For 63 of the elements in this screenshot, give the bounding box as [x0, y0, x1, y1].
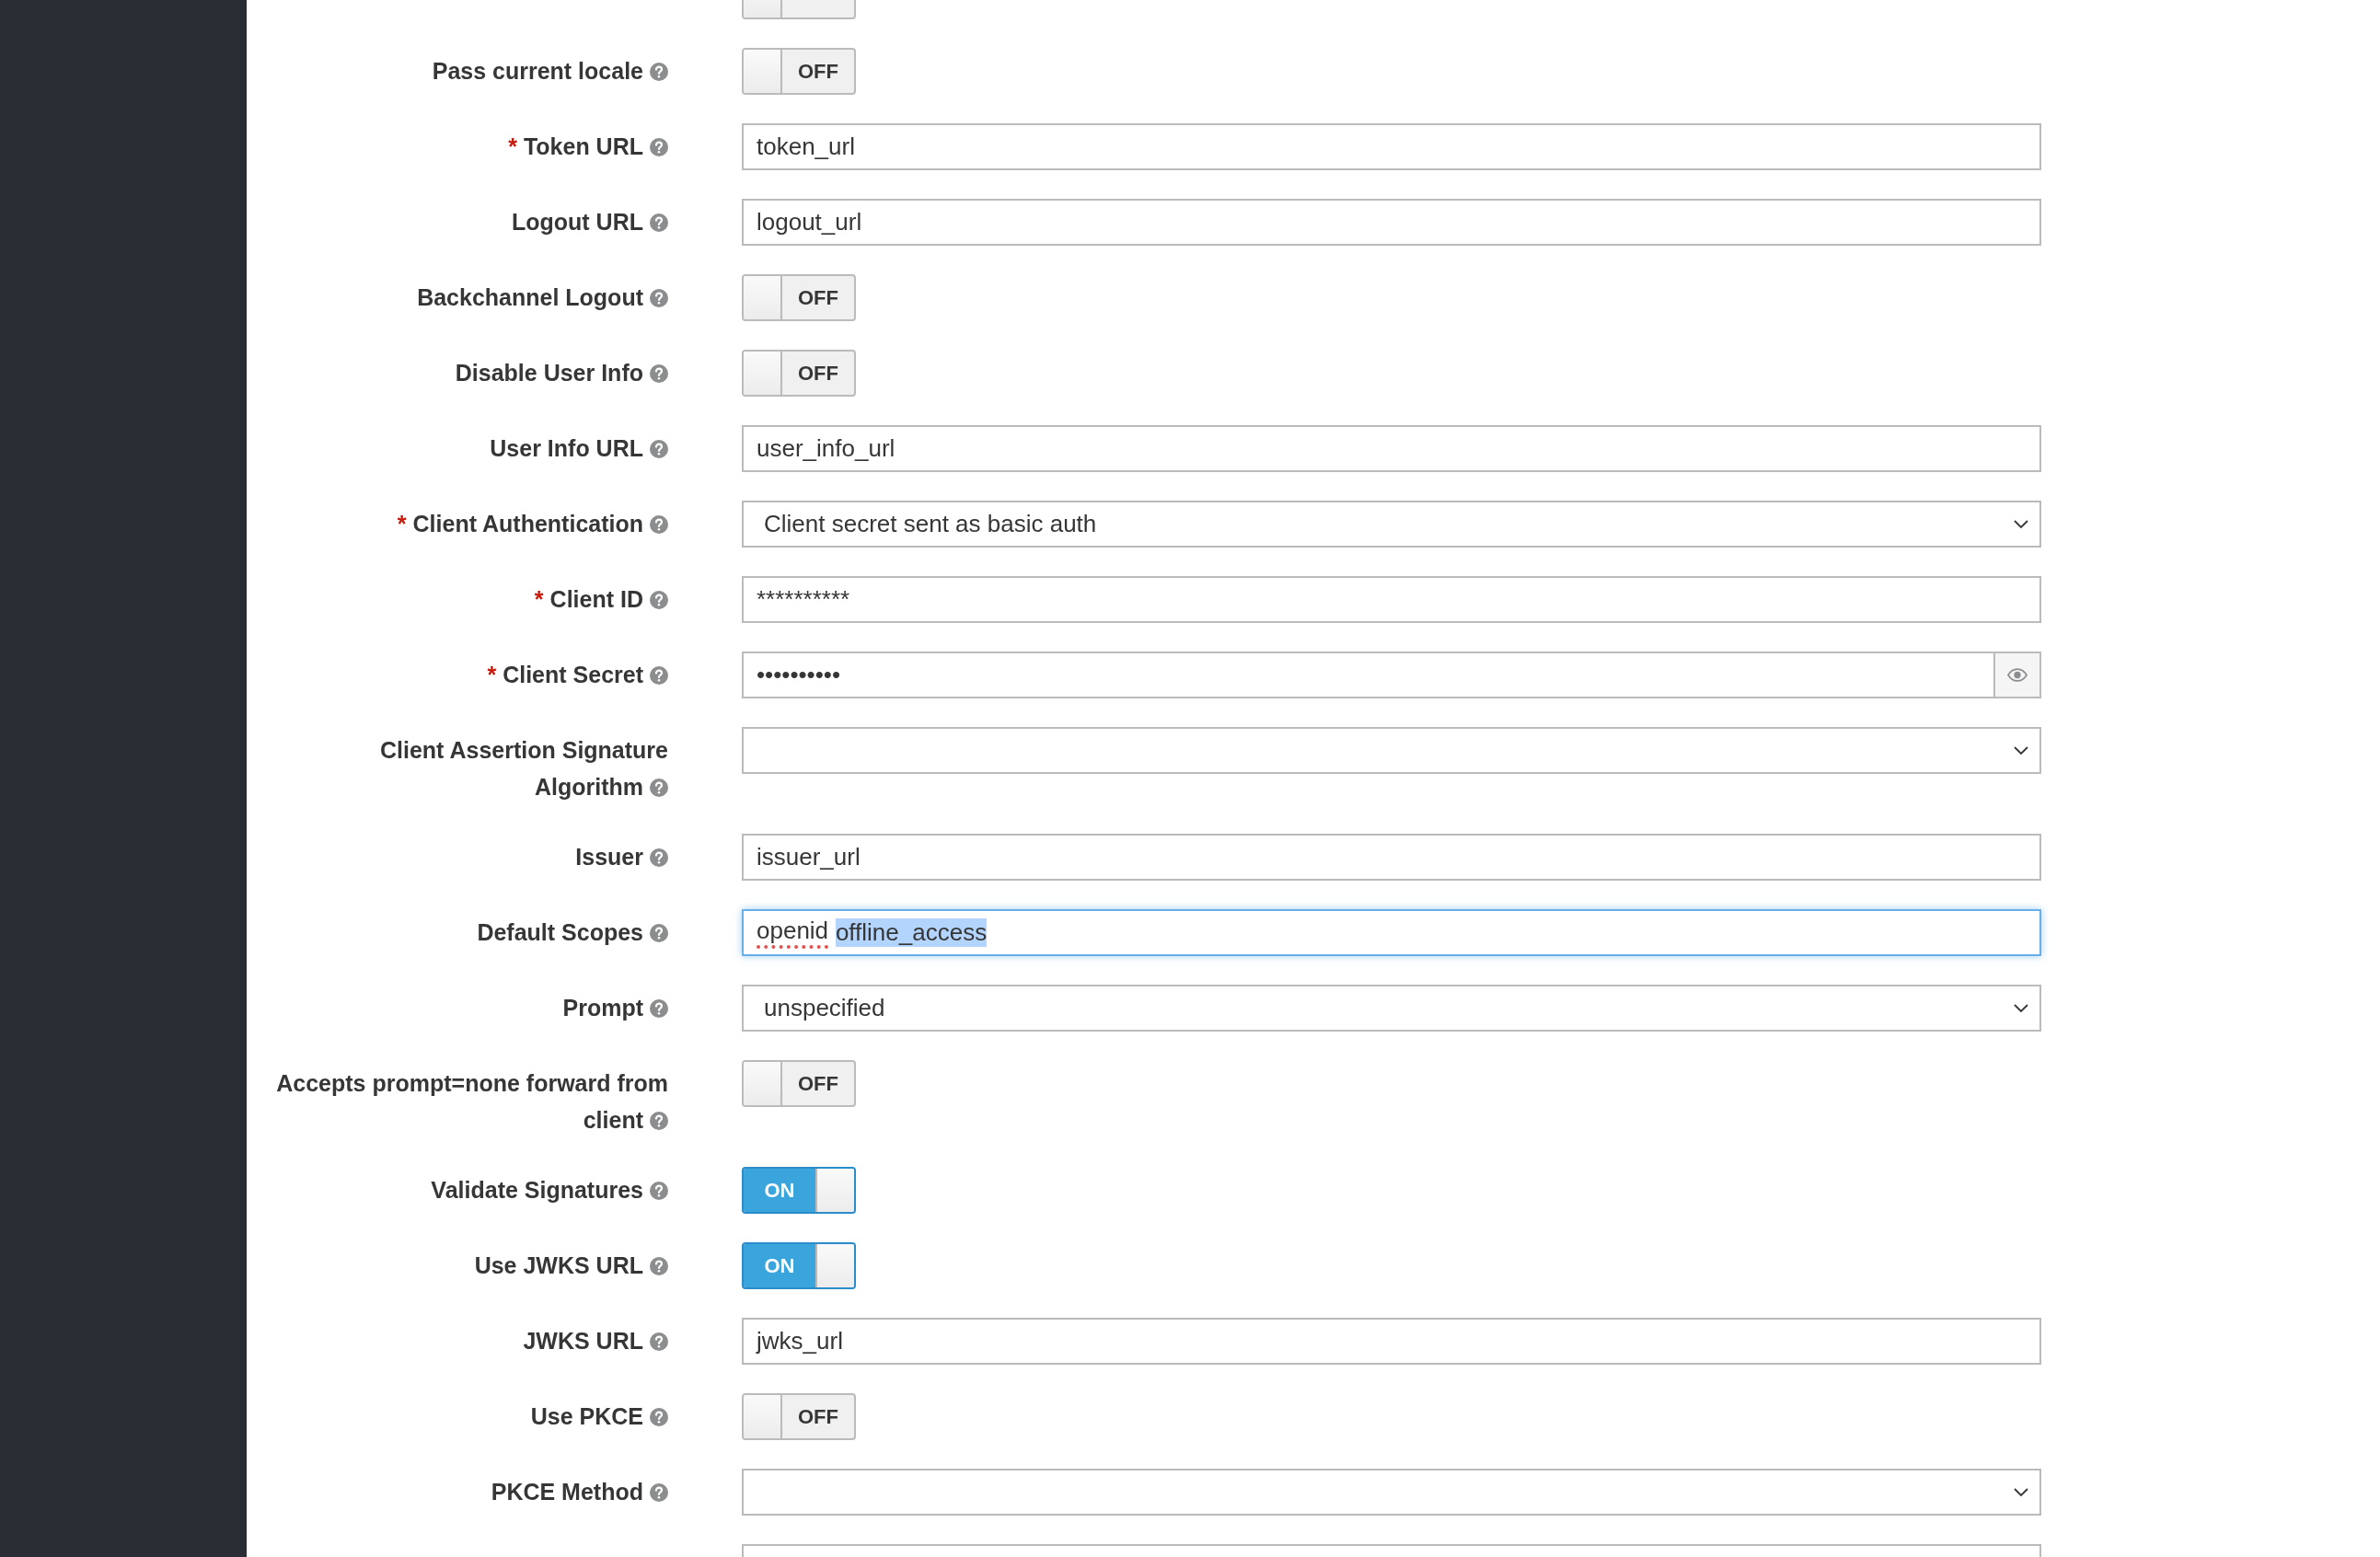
field-label: Client Assertion Signature Algorithm [380, 737, 668, 800]
help-icon[interactable] [650, 924, 668, 942]
help-icon[interactable] [650, 1112, 668, 1130]
toggle-switch[interactable]: OFF [742, 350, 856, 397]
help-icon[interactable] [650, 63, 668, 81]
field-label: Pass current locale [432, 58, 668, 84]
help-icon[interactable] [650, 778, 668, 797]
chevron-down-icon [2014, 1487, 2028, 1497]
input-field[interactable]: issuer_url [742, 834, 2041, 881]
help-icon[interactable] [650, 1257, 668, 1275]
help-icon[interactable] [650, 289, 668, 307]
help-icon[interactable] [650, 848, 668, 867]
eye-icon [2007, 668, 2028, 682]
help-icon[interactable] [650, 440, 668, 458]
help-icon[interactable] [650, 666, 668, 685]
password-field[interactable]: •••••••••• [742, 652, 1995, 698]
help-icon[interactable] [650, 591, 668, 609]
field-label: Issuer [575, 844, 668, 870]
field-label: Disable User Info [455, 360, 668, 386]
input-field[interactable]: openid offline_access [742, 909, 2041, 956]
chevron-down-icon [2014, 519, 2028, 529]
help-icon[interactable] [650, 1332, 668, 1351]
help-icon[interactable] [650, 138, 668, 156]
select-value: Client secret sent as basic auth [764, 510, 1097, 538]
select-field[interactable] [742, 1469, 2041, 1516]
field-label: Backchannel Logout [417, 284, 668, 310]
toggle-switch[interactable]: OFF [742, 1060, 856, 1107]
field-label: * Client ID [534, 586, 668, 612]
field-label: Validate Signatures [431, 1177, 668, 1203]
select-field[interactable]: Client secret sent as basic auth [742, 501, 2041, 548]
toggle-switch[interactable]: OFF [742, 274, 856, 321]
select-value: unspecified [764, 994, 885, 1022]
help-icon[interactable] [650, 1408, 668, 1426]
help-icon[interactable] [650, 515, 668, 534]
field-label: Use PKCE [530, 1403, 668, 1429]
input-field[interactable]: token_url [742, 123, 2041, 170]
help-icon[interactable] [650, 1182, 668, 1200]
select-field[interactable]: unspecified [742, 985, 2041, 1032]
input-field[interactable]: ********** [742, 576, 2041, 623]
help-icon[interactable] [650, 999, 668, 1018]
input-field[interactable]: jwks_url [742, 1318, 2041, 1365]
show-password-button[interactable] [1995, 652, 2041, 698]
field-label: Default Scopes [477, 919, 668, 945]
field-label: User Info URL [490, 435, 668, 461]
input-field[interactable]: user_info_url [742, 425, 2041, 472]
field-label: Logout URL [512, 209, 668, 235]
field-label: Prompt [562, 995, 668, 1021]
field-label: Use JWKS URL [474, 1252, 668, 1278]
field-label: PKCE Method [491, 1479, 668, 1505]
field-label: JWKS URL [523, 1328, 668, 1354]
input-field[interactable]: logout_url [742, 199, 2041, 246]
help-icon[interactable] [650, 1483, 668, 1502]
field-label: * Client Secret [487, 662, 668, 687]
toggle-switch[interactable]: OFF [742, 1393, 856, 1440]
chevron-down-icon [2014, 1003, 2028, 1013]
field-label: * Token URL [508, 133, 668, 159]
chevron-down-icon [2014, 745, 2028, 755]
toggle-switch[interactable]: OFF [742, 48, 856, 95]
help-icon[interactable] [650, 364, 668, 383]
field-label: * Client Authentication [397, 511, 668, 536]
select-field[interactable] [742, 727, 2041, 774]
field-label: Accepts prompt=none forward from client [276, 1070, 668, 1133]
help-icon[interactable] [650, 213, 668, 232]
